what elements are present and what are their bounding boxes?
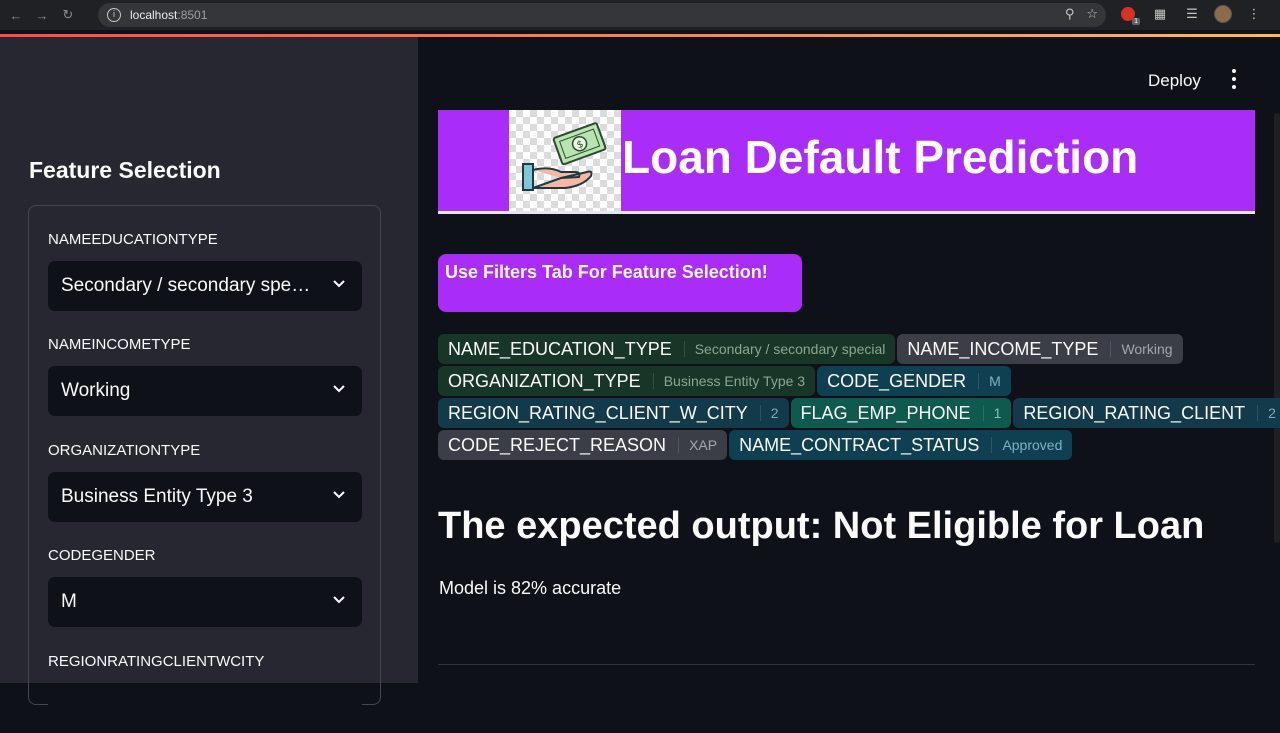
browser-toolbar: ← → ↻ i localhost:8501 ⚲ ☆ 1 ▦ ☰ ⋮ (0, 0, 1280, 30)
feature-tag: CODE_GENDER M (817, 366, 1011, 396)
select-gender[interactable]: M (48, 577, 362, 627)
feature-tag: FLAG_EMP_PHONE 1 (790, 398, 1012, 428)
back-icon[interactable]: ← (6, 5, 26, 25)
main-content: Deploy $ Loan Default Prediction Use Fil… (418, 37, 1280, 683)
chevron-down-icon (333, 385, 345, 393)
model-accuracy: Model is 82% accurate (439, 578, 622, 598)
feature-tag: CODE_REJECT_REASON XAP (438, 430, 728, 460)
main-menu-icon[interactable] (1224, 69, 1244, 93)
chevron-down-icon (333, 491, 345, 499)
feature-tag: NAME_EDUCATION_TYPE Secondary / secondary… (438, 334, 896, 364)
feature-tag: NAME_INCOME_TYPE Working (897, 334, 1183, 364)
site-info-icon[interactable]: i (107, 8, 121, 22)
reading-list-icon[interactable]: ☰ (1182, 4, 1202, 24)
money-hand-icon: $ (522, 122, 607, 191)
address-bar[interactable]: i localhost:8501 ⚲ ☆ (98, 3, 1106, 27)
bookmark-star-icon[interactable]: ☆ (1086, 6, 1098, 22)
filter-instruction: Use Filters Tab For Feature Selection! (438, 254, 802, 312)
deploy-button[interactable]: Deploy (1148, 71, 1201, 91)
divider (438, 664, 1255, 665)
select-organization[interactable]: Business Entity Type 3 (48, 472, 362, 522)
field-label-gender: CODEGENDER (48, 547, 156, 564)
feature-tag: REGION_RATING_CLIENT 2 (1013, 398, 1280, 428)
page-title: Loan Default Prediction (622, 131, 1139, 183)
money-hand-image: $ (509, 110, 621, 211)
sidebar: Feature Selection NAMEEDUCATIONTYPE Seco… (0, 37, 418, 733)
sidebar-title: Feature Selection (29, 157, 221, 183)
header-banner: $ Loan Default Prediction (438, 110, 1255, 214)
selected-features: NAME_EDUCATION_TYPE Secondary / secondary… (438, 333, 1280, 461)
scrollbar[interactable] (1274, 113, 1280, 543)
select-education[interactable]: Secondary / secondary special (48, 261, 362, 311)
forward-icon[interactable]: → (32, 5, 52, 25)
field-label-organization: ORGANIZATIONTYPE (48, 442, 201, 459)
extensions-puzzle-icon[interactable]: ▦ (1150, 4, 1170, 24)
reload-icon[interactable]: ↻ (58, 5, 78, 25)
select-income[interactable]: Working (48, 366, 362, 416)
prediction-result: The expected output: Not Eligible for Lo… (438, 505, 1205, 547)
url-text: localhost:8501 (130, 8, 208, 22)
profile-avatar[interactable] (1214, 5, 1232, 23)
feature-tag: REGION_RATING_CLIENT_W_CITY 2 (438, 398, 789, 428)
feature-tag: ORGANIZATION_TYPE Business Entity Type 3 (438, 366, 816, 396)
chevron-down-icon (333, 596, 345, 604)
select-region-rating-city[interactable] (48, 683, 362, 733)
field-label-region-rating-city: REGIONRATINGCLIENTWCITY (48, 653, 265, 670)
filter-form: NAMEEDUCATIONTYPE Secondary / secondary … (28, 205, 381, 733)
zoom-icon[interactable]: ⚲ (1065, 6, 1075, 22)
chevron-down-icon (333, 280, 345, 288)
browser-menu-icon[interactable]: ⋮ (1244, 4, 1264, 24)
field-label-income: NAMEINCOMETYPE (48, 336, 191, 353)
feature-tag: NAME_CONTRACT_STATUS Approved (729, 430, 1073, 460)
extension-icon[interactable]: 1 (1118, 4, 1140, 25)
field-label-education: NAMEEDUCATIONTYPE (48, 231, 218, 248)
